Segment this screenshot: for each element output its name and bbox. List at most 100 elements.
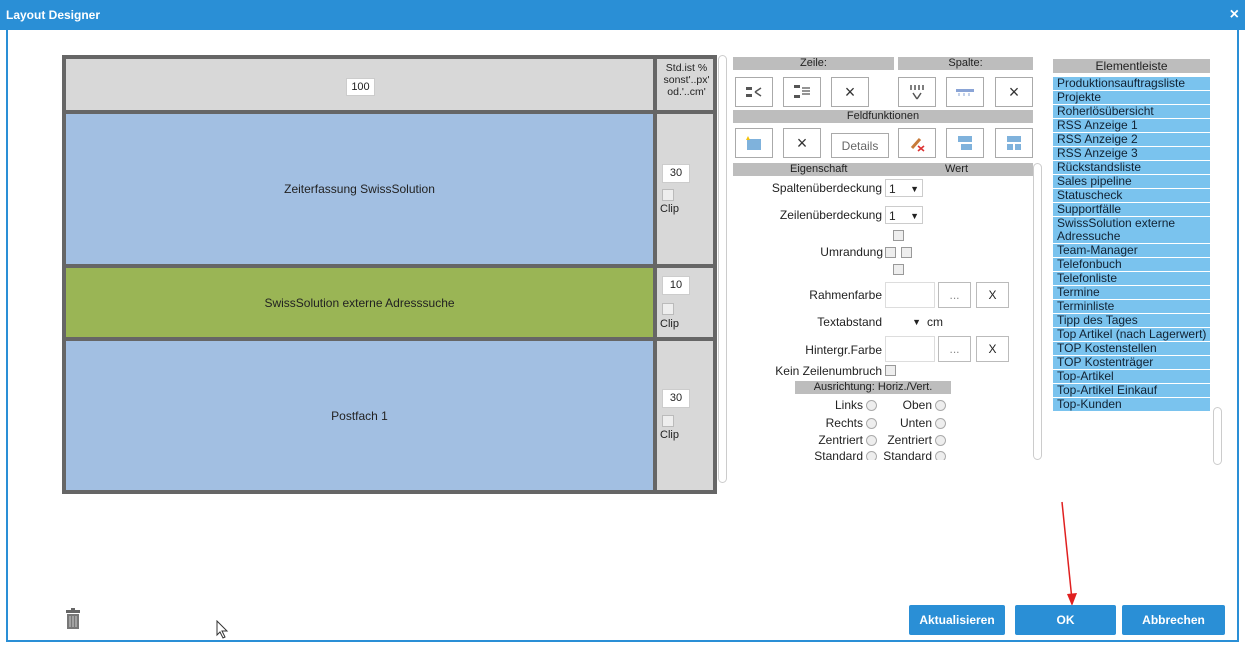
element-list-item[interactable]: Produktionsauftragsliste bbox=[1053, 77, 1210, 90]
rahmenfarbe-label: Rahmenfarbe bbox=[809, 288, 882, 302]
valign-bottom-radio[interactable] bbox=[935, 418, 946, 429]
property-column-header: Eigenschaft bbox=[790, 163, 848, 175]
insert-row-before-icon[interactable] bbox=[735, 77, 773, 107]
border-left-checkbox[interactable] bbox=[885, 247, 896, 258]
ausrichtung-header: Ausrichtung: Horiz./Vert. bbox=[795, 381, 951, 394]
textabstand-unit: cm bbox=[927, 315, 943, 329]
valign-bottom-label: Unten bbox=[899, 416, 932, 430]
row-height-input[interactable]: 10 bbox=[662, 276, 690, 295]
new-field-icon[interactable] bbox=[735, 128, 773, 158]
clip-checkbox[interactable] bbox=[662, 415, 674, 427]
zeilenueberdeckung-select[interactable]: 1 ▼ bbox=[885, 206, 923, 224]
elementleiste-header: Elementleiste bbox=[1053, 59, 1210, 73]
row-1-settings: 30 Clip bbox=[655, 112, 715, 266]
split-cells-icon[interactable] bbox=[995, 128, 1033, 158]
grid-header-cell[interactable]: 100 bbox=[64, 57, 655, 112]
hintergrundfarbe-picker-button[interactable]: ... bbox=[938, 336, 971, 362]
properties-scrollbar[interactable] bbox=[1033, 163, 1042, 460]
element-list-scrollbar[interactable] bbox=[1213, 407, 1222, 465]
clip-checkbox[interactable] bbox=[662, 189, 674, 201]
element-list-item[interactable]: Sales pipeline bbox=[1053, 175, 1210, 188]
element-list-item[interactable]: Tipp des Tages bbox=[1053, 314, 1210, 327]
ok-button[interactable]: OK bbox=[1015, 605, 1116, 635]
column-width-input[interactable]: 100 bbox=[346, 78, 375, 96]
hintergrundfarbe-input[interactable] bbox=[885, 336, 935, 362]
row-2-settings: 10 Clip bbox=[655, 266, 715, 339]
element-list-item[interactable]: Top-Kunden bbox=[1053, 398, 1210, 411]
insert-row-after-icon[interactable] bbox=[783, 77, 821, 107]
element-list-item[interactable]: RSS Anzeige 1 bbox=[1053, 119, 1210, 132]
aktualisieren-button[interactable]: Aktualisieren bbox=[909, 605, 1005, 635]
annotation-arrow bbox=[1061, 501, 1077, 606]
row-3-settings: 30 Clip bbox=[655, 339, 715, 492]
valign-center-radio[interactable] bbox=[935, 435, 946, 446]
align-left-label: Links bbox=[834, 398, 863, 412]
value-column-header: Wert bbox=[945, 163, 969, 175]
delete-field-button[interactable]: × bbox=[783, 128, 821, 158]
element-list-item[interactable]: Team-Manager bbox=[1053, 244, 1210, 257]
element-list-item[interactable]: RSS Anzeige 2 bbox=[1053, 133, 1210, 146]
grid-scrollbar[interactable] bbox=[718, 55, 727, 483]
column-layout-icon[interactable] bbox=[946, 77, 984, 107]
kein-zeilenumbruch-checkbox[interactable] bbox=[885, 365, 896, 376]
rahmenfarbe-picker-button[interactable]: ... bbox=[938, 282, 971, 308]
close-icon[interactable]: × bbox=[1230, 6, 1239, 24]
close-icon: × bbox=[1008, 81, 1020, 102]
spaltenueberdeckung-select[interactable]: 1 ▼ bbox=[885, 179, 923, 197]
border-top-checkbox[interactable] bbox=[893, 230, 904, 241]
size-hint-cell: Std.ist % sonst'..px' od.'..cm' bbox=[655, 57, 715, 112]
insert-column-icon[interactable] bbox=[898, 77, 936, 107]
zeile-header: Zeile: bbox=[733, 57, 894, 70]
element-list-item[interactable]: Top-Artikel bbox=[1053, 370, 1210, 383]
clear-format-icon[interactable] bbox=[898, 128, 936, 158]
hintergrundfarbe-label: Hintergr.Farbe bbox=[805, 343, 882, 357]
element-list-item[interactable]: SwissSolution externe Adressuche bbox=[1053, 217, 1210, 243]
element-list-item[interactable]: Termine bbox=[1053, 286, 1210, 299]
close-icon: × bbox=[796, 132, 808, 153]
align-right-label: Rechts bbox=[825, 416, 863, 430]
textabstand-select[interactable]: ▼ bbox=[885, 313, 923, 331]
abbrechen-button[interactable]: Abbrechen bbox=[1122, 605, 1225, 635]
element-list-item[interactable]: TOP Kostenstellen bbox=[1053, 342, 1210, 355]
border-bottom-checkbox[interactable] bbox=[893, 264, 904, 275]
element-list-item[interactable]: TOP Kostenträger bbox=[1053, 356, 1210, 369]
chevron-down-icon: ▼ bbox=[912, 317, 921, 327]
clip-checkbox[interactable] bbox=[662, 303, 674, 315]
element-list-item[interactable]: Top Artikel (nach Lagerwert) bbox=[1053, 328, 1210, 341]
feldfunktionen-header: Feldfunktionen bbox=[733, 110, 1033, 123]
valign-top-label: Oben bbox=[902, 398, 932, 412]
row-height-input[interactable]: 30 bbox=[662, 164, 690, 183]
rahmenfarbe-clear-button[interactable]: X bbox=[976, 282, 1009, 308]
element-list-item[interactable]: Telefonbuch bbox=[1053, 258, 1210, 271]
details-button[interactable]: Details bbox=[831, 133, 889, 158]
row-label: SwissSolution externe Adresssuche bbox=[264, 295, 455, 310]
valign-center-label: Zentriert bbox=[887, 433, 932, 447]
row-label: Zeiterfassung SwissSolution bbox=[284, 182, 435, 196]
element-list-item[interactable]: Statuscheck bbox=[1053, 189, 1210, 202]
element-list-item[interactable]: Top-Artikel Einkauf bbox=[1053, 384, 1210, 397]
element-list-item[interactable]: Projekte bbox=[1053, 91, 1210, 104]
element-list-item[interactable]: RSS Anzeige 3 bbox=[1053, 147, 1210, 160]
row-height-input[interactable]: 30 bbox=[662, 389, 690, 408]
element-list-item[interactable]: Roherlösübersicht bbox=[1053, 105, 1210, 118]
rahmenfarbe-input[interactable] bbox=[885, 282, 935, 308]
delete-column-button[interactable]: × bbox=[995, 77, 1033, 107]
element-list-item[interactable]: Supportfälle bbox=[1053, 203, 1210, 216]
spalte-header: Spalte: bbox=[898, 57, 1033, 70]
border-right-checkbox[interactable] bbox=[901, 247, 912, 258]
trash-icon[interactable] bbox=[65, 608, 81, 633]
element-list-item[interactable]: Telefonliste bbox=[1053, 272, 1210, 285]
grid-row-1[interactable]: Zeiterfassung SwissSolution bbox=[64, 112, 655, 266]
valign-top-radio[interactable] bbox=[935, 400, 946, 411]
mouse-cursor-icon bbox=[216, 620, 229, 639]
hintergrundfarbe-clear-button[interactable]: X bbox=[976, 336, 1009, 362]
delete-row-button[interactable]: × bbox=[831, 77, 869, 107]
merge-cells-icon[interactable] bbox=[946, 128, 984, 158]
grid-row-2[interactable]: SwissSolution externe Adresssuche bbox=[64, 266, 655, 339]
valign-standard-radio[interactable] bbox=[935, 451, 946, 460]
element-list-item[interactable]: Terminliste bbox=[1053, 300, 1210, 313]
row-label: Postfach 1 bbox=[331, 408, 388, 423]
textabstand-label: Textabstand bbox=[817, 315, 882, 329]
grid-row-3[interactable]: Postfach 1 bbox=[64, 339, 655, 492]
element-list-item[interactable]: Rückstandsliste bbox=[1053, 161, 1210, 174]
